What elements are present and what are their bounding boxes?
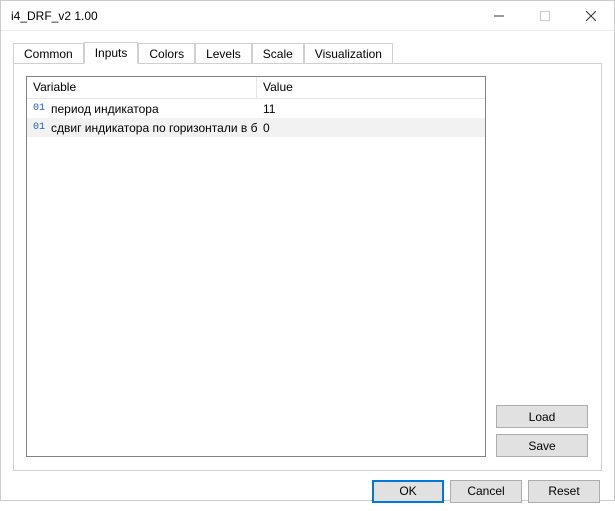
table-header: Variable Value [27, 77, 485, 99]
tab-bar: Common Inputs Colors Levels Scale Visual… [13, 41, 602, 63]
tab-colors[interactable]: Colors [138, 43, 195, 64]
variable-value[interactable]: 0 [257, 119, 485, 137]
type-badge-icon: 01 [33, 122, 47, 133]
type-badge-icon: 01 [33, 103, 47, 114]
dialog-footer: OK Cancel Reset [1, 471, 614, 511]
inputs-table[interactable]: Variable Value 01 период индикатора 11 0… [26, 76, 486, 457]
maximize-icon [540, 11, 550, 21]
column-header-value[interactable]: Value [257, 77, 485, 99]
maximize-button [522, 1, 568, 31]
variable-name: сдвиг индикатора по горизонтали в б... [51, 121, 257, 135]
dialog-content: Common Inputs Colors Levels Scale Visual… [1, 31, 614, 471]
variable-value[interactable]: 11 [257, 100, 485, 118]
variable-name: период индикатора [51, 102, 159, 116]
table-row[interactable]: 01 период индикатора 11 [27, 99, 485, 118]
side-button-group: Load Save [486, 76, 589, 458]
close-icon [586, 11, 596, 21]
column-header-variable[interactable]: Variable [27, 77, 257, 99]
minimize-button[interactable] [476, 1, 522, 31]
tab-scale[interactable]: Scale [252, 43, 304, 64]
tab-inputs[interactable]: Inputs [84, 42, 139, 64]
load-button[interactable]: Load [496, 405, 588, 428]
tab-panel-inputs: Variable Value 01 период индикатора 11 0… [13, 63, 602, 471]
save-button[interactable]: Save [496, 434, 588, 457]
tab-common[interactable]: Common [13, 43, 84, 64]
tab-levels[interactable]: Levels [195, 43, 252, 64]
close-button[interactable] [568, 1, 614, 31]
table-row[interactable]: 01 сдвиг индикатора по горизонтали в б..… [27, 118, 485, 137]
reset-button[interactable]: Reset [528, 480, 600, 503]
tab-visualization[interactable]: Visualization [304, 43, 393, 64]
cancel-button[interactable]: Cancel [450, 480, 522, 503]
ok-button[interactable]: OK [372, 480, 444, 503]
titlebar: i4_DRF_v2 1.00 [1, 1, 614, 31]
minimize-icon [494, 11, 504, 21]
window-title: i4_DRF_v2 1.00 [1, 9, 476, 23]
